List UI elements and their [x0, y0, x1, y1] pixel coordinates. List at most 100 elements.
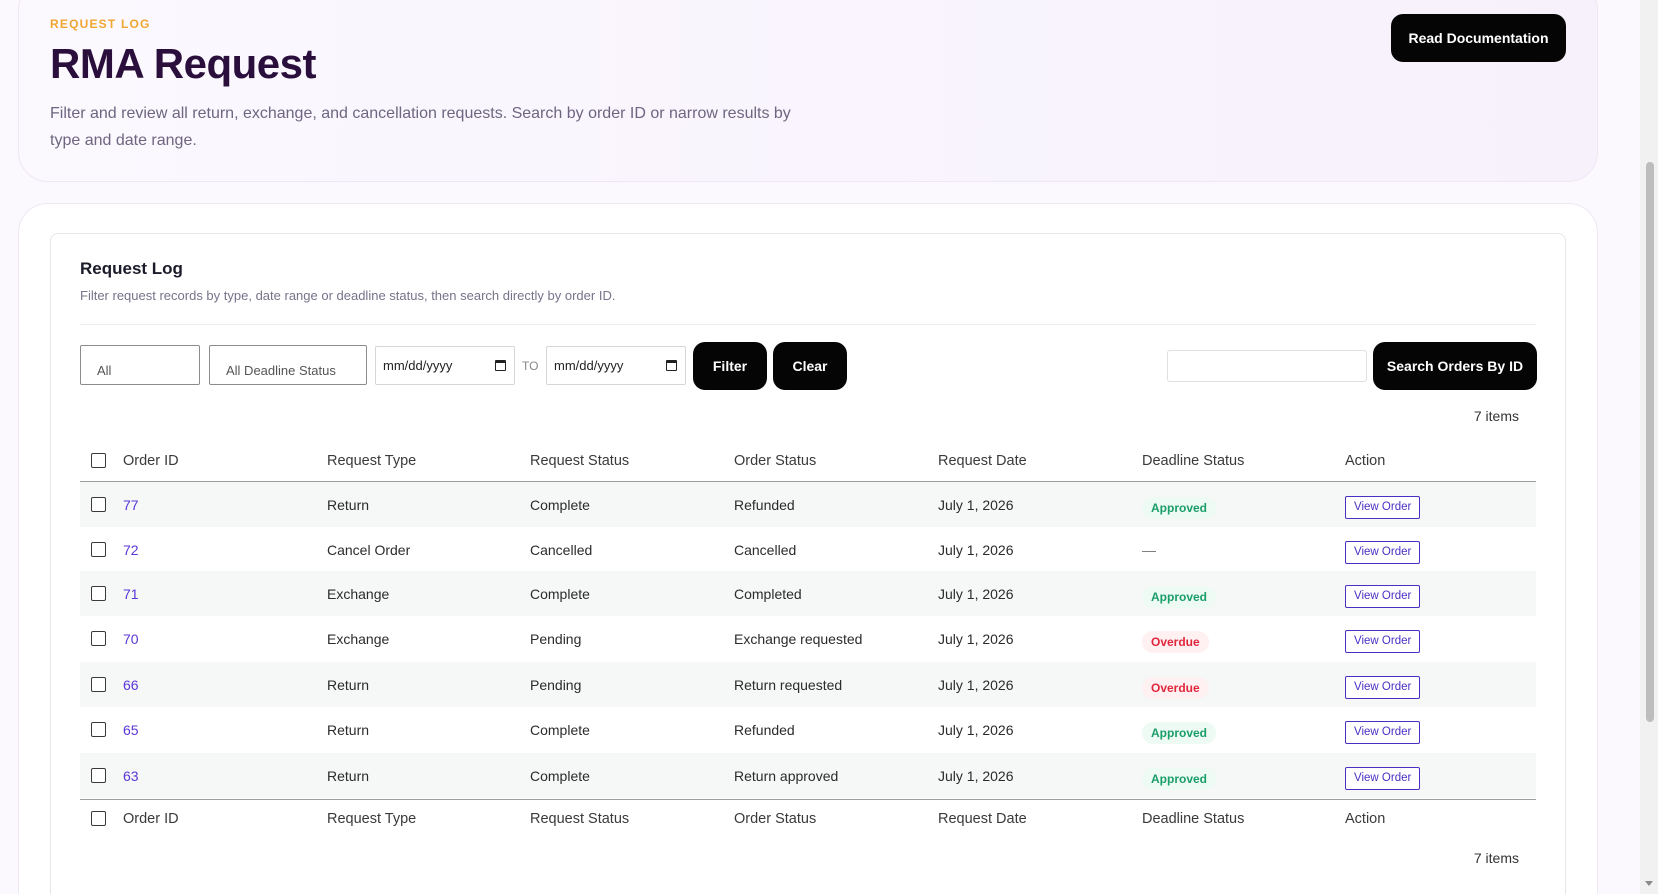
footer-row: Order ID Request Type Request Status Ord…	[80, 796, 1536, 841]
row-checkbox[interactable]	[91, 542, 106, 557]
status-badge: Approved	[1142, 496, 1217, 519]
date-to-placeholder: mm/dd/yyyy	[554, 358, 624, 373]
order-id-search-input[interactable]	[1167, 350, 1367, 382]
view-order-button[interactable]: View Order	[1345, 721, 1421, 744]
select-all-checkbox-footer[interactable]	[91, 811, 106, 826]
clear-button[interactable]: Clear	[773, 342, 847, 390]
row-checkbox[interactable]	[91, 677, 106, 692]
items-count-bottom: 7 items	[1473, 850, 1519, 866]
page-title: RMA Request	[50, 40, 316, 87]
row-checkbox[interactable]	[91, 497, 106, 512]
order-id-link[interactable]: 77	[123, 482, 139, 527]
col-request-type[interactable]: Request Type	[327, 438, 416, 483]
hero-card	[18, 0, 1598, 182]
request-date: July 1, 2026	[938, 541, 1014, 558]
status-badge: Overdue	[1142, 676, 1209, 699]
order-id-link[interactable]: 65	[123, 707, 139, 752]
order-status: Return requested	[734, 676, 843, 693]
deadline-status: —	[1142, 541, 1156, 558]
order-id-link[interactable]: 63	[123, 753, 139, 798]
order-status: Cancelled	[734, 541, 797, 558]
col-deadline-status-footer[interactable]: Deadline Status	[1142, 796, 1244, 841]
filter-button[interactable]: Filter	[693, 342, 767, 390]
col-request-type-footer[interactable]: Request Type	[327, 796, 416, 841]
panel-divider	[80, 324, 1536, 325]
request-status: Complete	[530, 585, 590, 602]
col-request-status[interactable]: Request Status	[530, 438, 629, 483]
col-order-id-footer[interactable]: Order ID	[123, 796, 179, 841]
order-status: Refunded	[734, 496, 795, 513]
request-date: July 1, 2026	[938, 585, 1014, 602]
view-order-button[interactable]: View Order	[1345, 676, 1421, 699]
request-date: July 1, 2026	[938, 676, 1014, 693]
col-request-date[interactable]: Request Date	[938, 438, 1027, 483]
select-all-checkbox[interactable]	[91, 453, 106, 468]
deadline-status: Approved	[1142, 574, 1217, 619]
table-row: 70 Exchange Pending Exchange requested J…	[80, 616, 1536, 661]
request-status: Complete	[530, 496, 590, 513]
request-date: July 1, 2026	[938, 721, 1014, 738]
request-type: Return	[327, 721, 370, 738]
date-to-input[interactable]: mm/dd/yyyy	[546, 346, 686, 385]
deadline-status: Approved	[1142, 756, 1217, 801]
request-type: Exchange	[327, 630, 390, 647]
request-type: Cancel Order	[327, 541, 411, 558]
scrollbar-thumb[interactable]	[1646, 162, 1654, 722]
col-order-status[interactable]: Order Status	[734, 438, 816, 483]
request-date: July 1, 2026	[938, 767, 1014, 784]
col-order-id[interactable]: Order ID	[123, 438, 179, 483]
row-checkbox[interactable]	[91, 586, 106, 601]
request-status: Cancelled	[530, 541, 593, 558]
deadline-status: Overdue	[1142, 665, 1209, 710]
order-status: Refunded	[734, 721, 795, 738]
row-checkbox[interactable]	[91, 722, 106, 737]
col-request-date-footer[interactable]: Request Date	[938, 796, 1027, 841]
table-row: 77 Return Complete Refunded July 1, 2026…	[80, 482, 1536, 527]
request-type: Return	[327, 767, 370, 784]
order-id-link[interactable]: 70	[123, 616, 139, 661]
col-order-status-footer[interactable]: Order Status	[734, 796, 816, 841]
request-type-select[interactable]: All	[80, 345, 200, 385]
order-id-link[interactable]: 72	[123, 527, 139, 572]
action-cell: View Order	[1345, 619, 1421, 664]
request-status: Pending	[530, 676, 582, 693]
action-cell: View Order	[1345, 756, 1421, 801]
order-status: Return approved	[734, 767, 839, 784]
read-documentation-button[interactable]: Read Documentation	[1391, 14, 1566, 62]
view-order-button[interactable]: View Order	[1345, 767, 1421, 790]
deadline-status-select[interactable]: All Deadline Status	[209, 345, 367, 385]
order-status: Completed	[734, 585, 802, 602]
order-id-link[interactable]: 71	[123, 571, 139, 616]
col-request-status-footer[interactable]: Request Status	[530, 796, 629, 841]
date-from-input[interactable]: mm/dd/yyyy	[375, 346, 515, 385]
view-order-button[interactable]: View Order	[1345, 496, 1421, 519]
view-order-button[interactable]: View Order	[1345, 541, 1421, 564]
scroll-down-arrow-icon[interactable]	[1645, 881, 1653, 886]
header-row: Order ID Request Type Request Status Ord…	[80, 438, 1536, 483]
request-type: Exchange	[327, 585, 390, 602]
deadline-status: Overdue	[1142, 619, 1209, 664]
items-count-top: 7 items	[1473, 408, 1519, 424]
status-badge: Overdue	[1142, 630, 1209, 653]
status-badge: Approved	[1142, 585, 1217, 608]
col-action: Action	[1345, 452, 1386, 469]
row-checkbox[interactable]	[91, 768, 106, 783]
panel-title: Request Log	[80, 259, 183, 278]
table-row: 65 Return Complete Refunded July 1, 2026…	[80, 707, 1536, 752]
action-cell: View Order	[1345, 530, 1421, 575]
view-order-button[interactable]: View Order	[1345, 630, 1421, 653]
action-cell: View Order	[1345, 485, 1421, 530]
table-row: 71 Exchange Complete Completed July 1, 2…	[80, 571, 1536, 616]
col-deadline-status[interactable]: Deadline Status	[1142, 438, 1244, 483]
order-id-link[interactable]: 66	[123, 662, 139, 707]
calendar-icon[interactable]	[495, 360, 506, 371]
calendar-icon[interactable]	[666, 360, 677, 371]
row-checkbox[interactable]	[91, 631, 106, 646]
view-order-button[interactable]: View Order	[1345, 585, 1421, 608]
deadline-status: Approved	[1142, 710, 1217, 755]
request-status: Pending	[530, 630, 582, 647]
status-badge: Approved	[1142, 721, 1217, 744]
order-status: Exchange requested	[734, 630, 863, 647]
request-date: July 1, 2026	[938, 630, 1014, 647]
search-orders-button[interactable]: Search Orders By ID	[1373, 342, 1537, 390]
